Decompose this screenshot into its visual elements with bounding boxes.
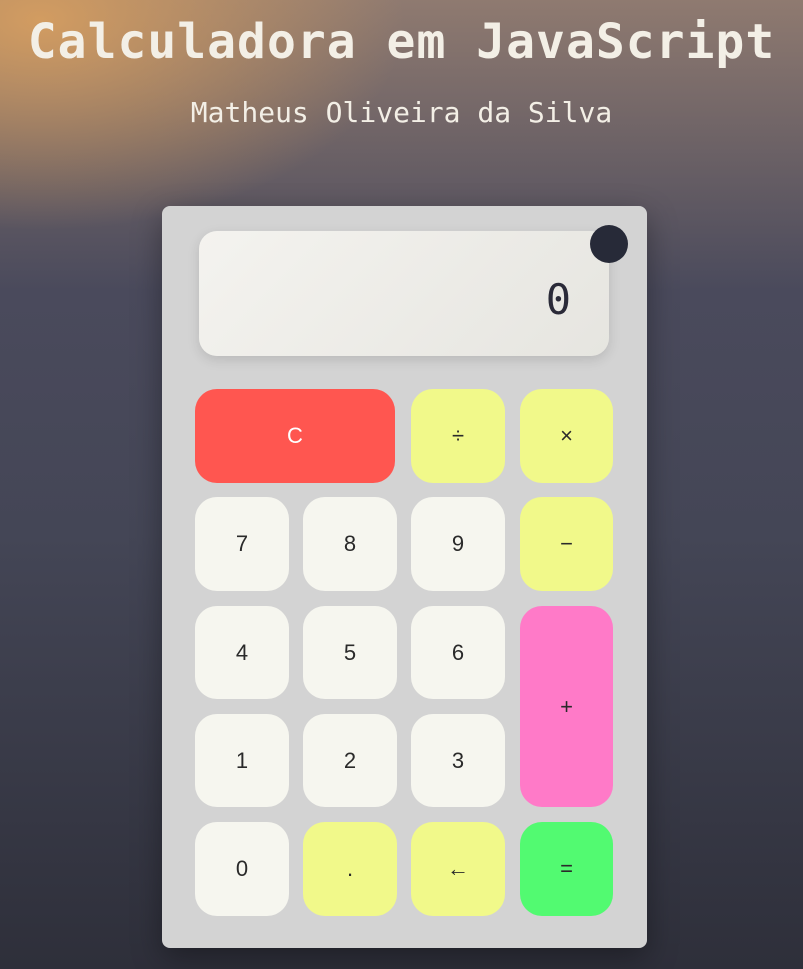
key-8-button[interactable]: 8 [303, 497, 397, 591]
clear-button[interactable]: C [195, 389, 395, 483]
divide-button[interactable]: ÷ [411, 389, 505, 483]
key-6-button[interactable]: 6 [411, 606, 505, 699]
backspace-button[interactable]: ← [411, 822, 505, 916]
theme-toggle-button[interactable] [590, 225, 628, 263]
key-3-button[interactable]: 3 [411, 714, 505, 807]
add-button[interactable]: + [520, 606, 613, 807]
calculator: 0 C ÷ × 7 8 9 − 4 5 6 + 1 2 3 0 . ← = [162, 206, 647, 948]
key-2-button[interactable]: 2 [303, 714, 397, 807]
page-title: Calculadora em JavaScript [27, 14, 776, 70]
key-9-button[interactable]: 9 [411, 497, 505, 591]
subtract-button[interactable]: − [520, 497, 613, 591]
decimal-button[interactable]: . [303, 822, 397, 916]
multiply-button[interactable]: × [520, 389, 613, 483]
equals-button[interactable]: = [520, 822, 613, 916]
key-7-button[interactable]: 7 [195, 497, 289, 591]
key-0-button[interactable]: 0 [195, 822, 289, 916]
display-value: 0 [545, 275, 571, 324]
calculator-display: 0 [199, 231, 609, 356]
key-4-button[interactable]: 4 [195, 606, 289, 699]
author-subtitle: Matheus Oliveira da Silva [190, 96, 613, 129]
key-5-button[interactable]: 5 [303, 606, 397, 699]
key-1-button[interactable]: 1 [195, 714, 289, 807]
